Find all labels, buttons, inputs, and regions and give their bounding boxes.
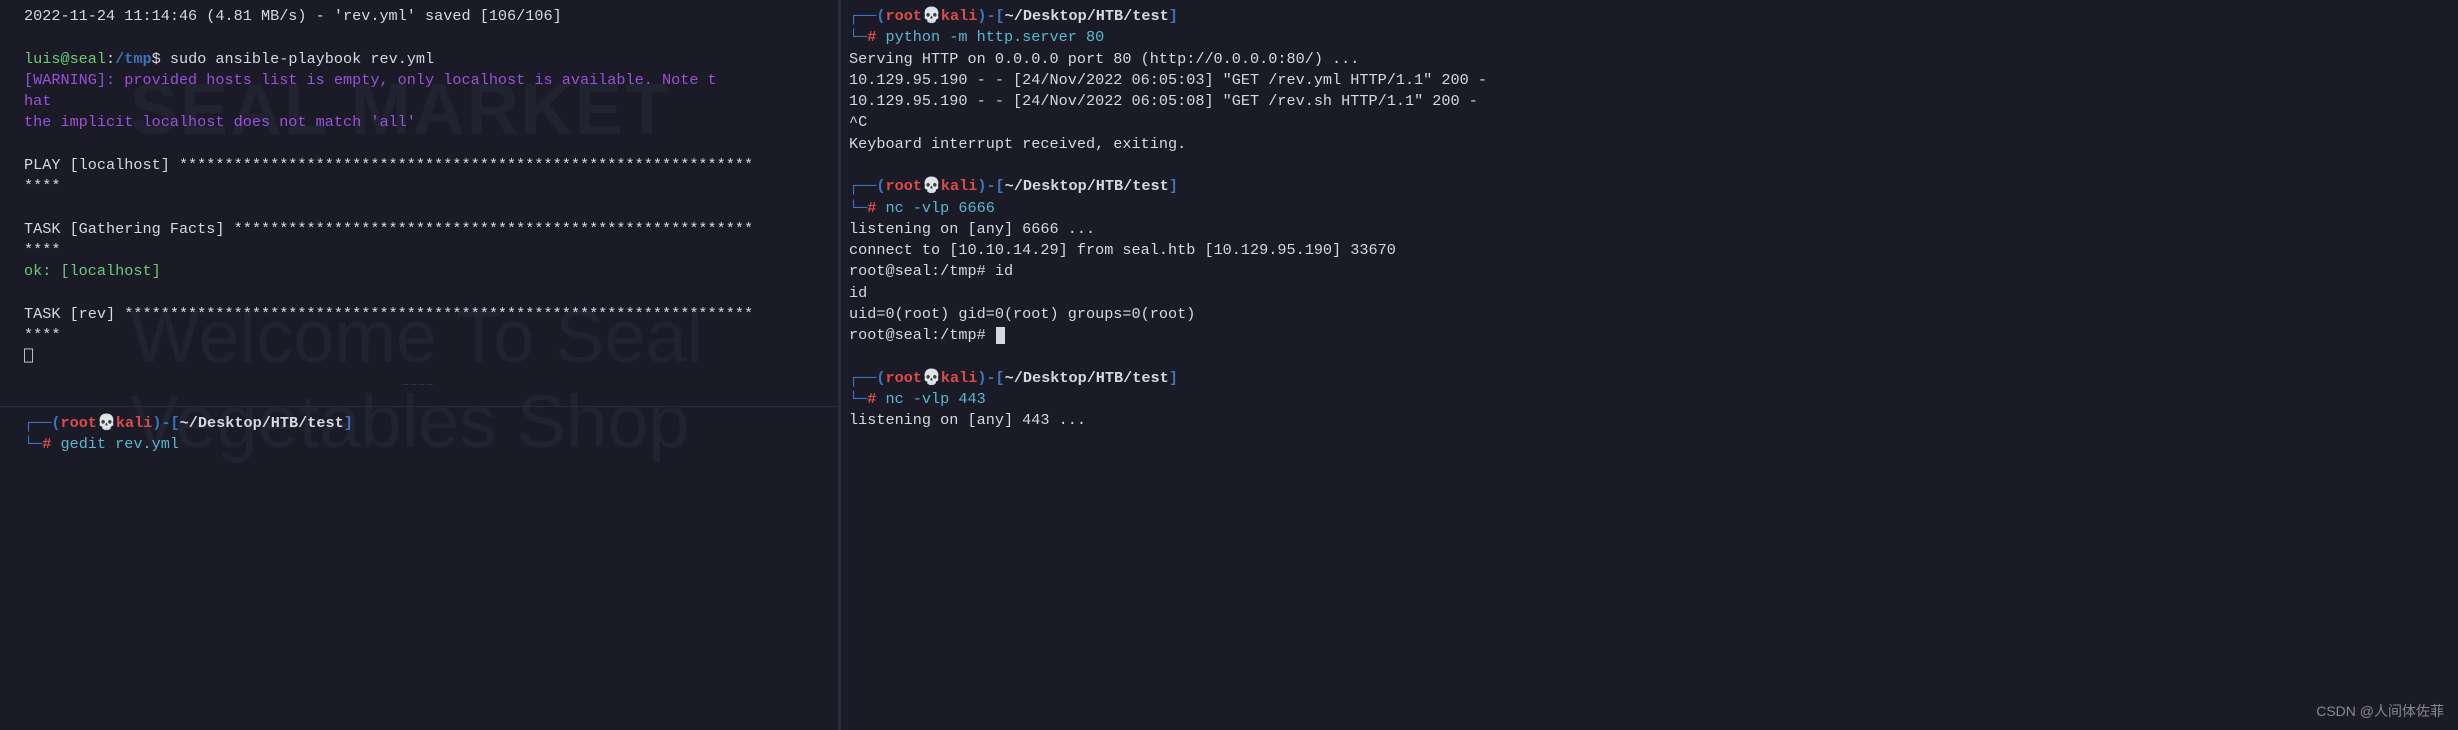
p-close: )-[ [977, 177, 1004, 195]
p-path: ~/Desktop/HTB/test [1005, 177, 1169, 195]
blank [24, 134, 830, 155]
prompt-path: /tmp [115, 50, 151, 68]
remote-prompt-id: root@seal:/tmp# id [849, 261, 2450, 282]
prompt-box-close: )-[ [152, 414, 179, 432]
prompt-hash: # [42, 435, 60, 453]
ok-localhost: ok: [localhost] [24, 261, 830, 282]
p-host: kali [941, 177, 977, 195]
kali-prompt-s1-l2[interactable]: └─# python -m http.server 80 [849, 27, 2450, 48]
prompt-user: root [60, 414, 96, 432]
left-lower-pane[interactable]: ┌──(root💀kali)-[~/Desktop/HTB/test] └─# … [0, 406, 838, 730]
horizontal-divider[interactable]: ┄┄┄┄ [0, 380, 838, 394]
prompt-path: ~/Desktop/HTB/test [180, 414, 344, 432]
blank [24, 283, 830, 304]
kb-interrupt: Keyboard interrupt received, exiting. [849, 134, 2450, 155]
left-pane: 2022-11-24 11:14:46 (4.81 MB/s) - 'rev.y… [0, 0, 838, 730]
kali-prompt-s3-l2[interactable]: └─# nc -vlp 443 [849, 389, 2450, 410]
id-output: uid=0(root) gid=0(root) groups=0(root) [849, 304, 2450, 325]
p2-open: └─ [849, 199, 867, 217]
cmd-text: python -m http.server 80 [885, 28, 1104, 46]
p-open: ┌──( [849, 177, 885, 195]
p-close: )-[ [977, 369, 1004, 387]
p-host: kali [941, 7, 977, 25]
skull-icon: 💀 [922, 7, 941, 25]
play-header-1: PLAY [localhost] ***********************… [24, 155, 830, 176]
p-hash: # [867, 390, 885, 408]
p-open: ┌──( [849, 369, 885, 387]
prompt-end: ] [344, 414, 353, 432]
http-serving: Serving HTTP on 0.0.0.0 port 80 (http://… [849, 49, 2450, 70]
command-text: sudo ansible-playbook rev.yml [170, 50, 434, 68]
nc-listening-443: listening on [any] 443 ... [849, 410, 2450, 431]
cursor-icon [996, 327, 1005, 344]
skull-icon: 💀 [97, 414, 116, 432]
kali-prompt-line2[interactable]: └─# gedit rev.yml [24, 434, 830, 455]
p2-open: └─ [849, 28, 867, 46]
p-user: root [885, 7, 921, 25]
kali-prompt-line1: ┌──(root💀kali)-[~/Desktop/HTB/test] [24, 413, 830, 434]
task-gathering-2: **** [24, 240, 830, 261]
right-pane[interactable]: ┌──(root💀kali)-[~/Desktop/HTB/test] └─# … [840, 0, 2458, 730]
task-gathering-1: TASK [Gathering Facts] *****************… [24, 219, 830, 240]
p-user: root [885, 369, 921, 387]
ansible-warning-1: [WARNING]: provided hosts list is empty,… [24, 70, 830, 91]
prompt-dollar: $ [152, 50, 170, 68]
blank [849, 155, 2450, 176]
cmd-text: nc -vlp 6666 [885, 199, 994, 217]
kali-prompt-s3-l1: ┌──(root💀kali)-[~/Desktop/HTB/test] [849, 368, 2450, 389]
blank [24, 27, 830, 48]
ansible-warning-2: hat [24, 91, 830, 112]
play-header-2: **** [24, 176, 830, 197]
glyph-indicator: ⎕ [24, 347, 830, 368]
http-log-1: 10.129.95.190 - - [24/Nov/2022 06:05:03]… [849, 70, 2450, 91]
kali-prompt-s2-l2[interactable]: └─# nc -vlp 6666 [849, 198, 2450, 219]
skull-icon: 💀 [922, 177, 941, 195]
p2-open: └─ [849, 390, 867, 408]
blank [24, 198, 830, 219]
p-host: kali [941, 369, 977, 387]
left-upper-pane[interactable]: 2022-11-24 11:14:46 (4.81 MB/s) - 'rev.y… [0, 0, 838, 380]
ctrl-c: ^C [849, 112, 2450, 133]
p-end: ] [1169, 177, 1178, 195]
prompt-colon: : [106, 50, 115, 68]
kali-prompt-s1-l1: ┌──(root💀kali)-[~/Desktop/HTB/test] [849, 6, 2450, 27]
p-close: )-[ [977, 7, 1004, 25]
prompt-user: luis@seal [24, 50, 106, 68]
http-log-2: 10.129.95.190 - - [24/Nov/2022 06:05:08]… [849, 91, 2450, 112]
terminal-container: SEAL MARKET Welcome To Seal Vegetables S… [0, 0, 2458, 730]
remote-prompt-cursor[interactable]: root@seal:/tmp# [849, 325, 2450, 346]
nc-listening: listening on [any] 6666 ... [849, 219, 2450, 240]
task-rev-2: **** [24, 325, 830, 346]
prompt-box-open: ┌──( [24, 414, 60, 432]
prompt-host: kali [116, 414, 152, 432]
p-user: root [885, 177, 921, 195]
wget-output: 2022-11-24 11:14:46 (4.81 MB/s) - 'rev.y… [24, 6, 830, 27]
p-hash: # [867, 28, 885, 46]
prompt-l2-open: └─ [24, 435, 42, 453]
blank [849, 347, 2450, 368]
p-end: ] [1169, 369, 1178, 387]
remote-prompt-text: root@seal:/tmp# [849, 326, 995, 344]
nc-connect: connect to [10.10.14.29] from seal.htb [… [849, 240, 2450, 261]
p-hash: # [867, 199, 885, 217]
p-end: ] [1169, 7, 1178, 25]
skull-icon: 💀 [922, 369, 941, 387]
id-echo: id [849, 283, 2450, 304]
cmd-text: gedit rev.yml [60, 435, 178, 453]
p-path: ~/Desktop/HTB/test [1005, 7, 1169, 25]
grip-icon: ┄┄┄┄ [403, 380, 435, 394]
ansible-warning-3: the implicit localhost does not match 'a… [24, 112, 830, 133]
task-rev-1: TASK [rev] *****************************… [24, 304, 830, 325]
p-path: ~/Desktop/HTB/test [1005, 369, 1169, 387]
p-open: ┌──( [849, 7, 885, 25]
cmd-text: nc -vlp 443 [885, 390, 985, 408]
kali-prompt-s2-l1: ┌──(root💀kali)-[~/Desktop/HTB/test] [849, 176, 2450, 197]
shell-prompt-line[interactable]: luis@seal:/tmp$ sudo ansible-playbook re… [24, 49, 830, 70]
